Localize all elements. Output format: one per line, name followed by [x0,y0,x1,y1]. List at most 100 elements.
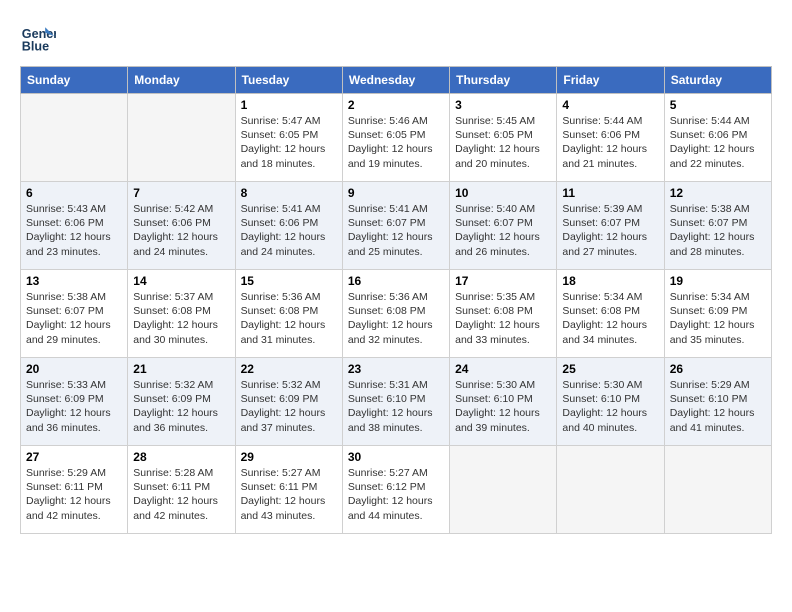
day-number: 17 [455,274,551,288]
day-number: 25 [562,362,658,376]
calendar-cell: 17Sunrise: 5:35 AM Sunset: 6:08 PM Dayli… [450,270,557,358]
day-number: 1 [241,98,337,112]
day-number: 9 [348,186,444,200]
day-info: Sunrise: 5:31 AM Sunset: 6:10 PM Dayligh… [348,378,444,435]
day-info: Sunrise: 5:34 AM Sunset: 6:08 PM Dayligh… [562,290,658,347]
calendar-cell [450,446,557,534]
weekday-header: Sunday [21,67,128,94]
day-number: 14 [133,274,229,288]
day-info: Sunrise: 5:28 AM Sunset: 6:11 PM Dayligh… [133,466,229,523]
calendar-cell: 1 Sunrise: 5:47 AM Sunset: 6:05 PM Daylig… [235,94,342,182]
day-info: Sunrise: 5:36 AM Sunset: 6:08 PM Dayligh… [348,290,444,347]
day-info: Sunrise: 5:30 AM Sunset: 6:10 PM Dayligh… [455,378,551,435]
calendar-cell [128,94,235,182]
calendar-week-row: 13 Sunrise: 5:38 AM Sunset: 6:07 PM Dayli… [21,270,772,358]
day-info: Sunrise: 5:34 AM Sunset: 6:09 PM Dayligh… [670,290,766,347]
calendar-cell: 15Sunrise: 5:36 AM Sunset: 6:08 PM Dayli… [235,270,342,358]
calendar-week-row: 20 Sunrise: 5:33 AM Sunset: 6:09 PM Dayli… [21,358,772,446]
calendar-cell: 6 Sunrise: 5:43 AM Sunset: 6:06 PM Daylig… [21,182,128,270]
day-info: Sunrise: 5:43 AM Sunset: 6:06 PM Dayligh… [26,202,122,259]
calendar-cell: 2 Sunrise: 5:46 AM Sunset: 6:05 PM Daylig… [342,94,449,182]
calendar-cell: 21Sunrise: 5:32 AM Sunset: 6:09 PM Dayli… [128,358,235,446]
calendar-cell: 18 Sunrise: 5:34 AM Sunset: 6:08 PM Dayli… [557,270,664,358]
day-number: 24 [455,362,551,376]
day-number: 26 [670,362,766,376]
day-info: Sunrise: 5:37 AM Sunset: 6:08 PM Dayligh… [133,290,229,347]
weekday-header: Monday [128,67,235,94]
calendar-cell: 25 Sunrise: 5:30 AM Sunset: 6:10 PM Dayli… [557,358,664,446]
calendar-week-row: 1 Sunrise: 5:47 AM Sunset: 6:05 PM Daylig… [21,94,772,182]
day-number: 30 [348,450,444,464]
day-number: 8 [241,186,337,200]
day-number: 6 [26,186,122,200]
day-number: 7 [133,186,229,200]
day-number: 13 [26,274,122,288]
calendar-cell: 27Sunrise: 5:29 AM Sunset: 6:11 PM Dayli… [21,446,128,534]
weekday-header: Friday [557,67,664,94]
day-info: Sunrise: 5:47 AM Sunset: 6:05 PM Dayligh… [241,114,337,171]
day-number: 23 [348,362,444,376]
logo-icon: General Blue [20,20,56,56]
calendar-cell: 10 Sunrise: 5:40 AM Sunset: 6:07 PM Dayli… [450,182,557,270]
day-number: 11 [562,186,658,200]
day-info: Sunrise: 5:46 AM Sunset: 6:05 PM Dayligh… [348,114,444,171]
day-number: 28 [133,450,229,464]
calendar-cell: 3Sunrise: 5:45 AM Sunset: 6:05 PM Daylig… [450,94,557,182]
calendar-cell [557,446,664,534]
calendar-cell: 30 Sunrise: 5:27 AM Sunset: 6:12 PM Dayli… [342,446,449,534]
calendar-cell: 11 Sunrise: 5:39 AM Sunset: 6:07 PM Dayli… [557,182,664,270]
calendar-cell: 28 Sunrise: 5:28 AM Sunset: 6:11 PM Dayli… [128,446,235,534]
calendar-cell [21,94,128,182]
day-number: 10 [455,186,551,200]
calendar-cell: 9 Sunrise: 5:41 AM Sunset: 6:07 PM Daylig… [342,182,449,270]
day-info: Sunrise: 5:38 AM Sunset: 6:07 PM Dayligh… [26,290,122,347]
day-number: 21 [133,362,229,376]
calendar-cell: 4 Sunrise: 5:44 AM Sunset: 6:06 PM Daylig… [557,94,664,182]
day-info: Sunrise: 5:32 AM Sunset: 6:09 PM Dayligh… [241,378,337,435]
calendar-cell: 7 Sunrise: 5:42 AM Sunset: 6:06 PM Daylig… [128,182,235,270]
calendar-cell: 13 Sunrise: 5:38 AM Sunset: 6:07 PM Dayli… [21,270,128,358]
day-number: 4 [562,98,658,112]
day-info: Sunrise: 5:45 AM Sunset: 6:05 PM Dayligh… [455,114,551,171]
day-info: Sunrise: 5:29 AM Sunset: 6:10 PM Dayligh… [670,378,766,435]
day-info: Sunrise: 5:41 AM Sunset: 6:07 PM Dayligh… [348,202,444,259]
weekday-header: Wednesday [342,67,449,94]
day-number: 16 [348,274,444,288]
calendar-header-row: SundayMondayTuesdayWednesdayThursdayFrid… [21,67,772,94]
day-info: Sunrise: 5:27 AM Sunset: 6:12 PM Dayligh… [348,466,444,523]
calendar-cell: 14 Sunrise: 5:37 AM Sunset: 6:08 PM Dayli… [128,270,235,358]
day-info: Sunrise: 5:39 AM Sunset: 6:07 PM Dayligh… [562,202,658,259]
day-number: 19 [670,274,766,288]
calendar-cell: 20 Sunrise: 5:33 AM Sunset: 6:09 PM Dayli… [21,358,128,446]
day-info: Sunrise: 5:44 AM Sunset: 6:06 PM Dayligh… [562,114,658,171]
calendar-week-row: 6 Sunrise: 5:43 AM Sunset: 6:06 PM Daylig… [21,182,772,270]
calendar-cell: 5 Sunrise: 5:44 AM Sunset: 6:06 PM Daylig… [664,94,771,182]
day-number: 29 [241,450,337,464]
day-info: Sunrise: 5:30 AM Sunset: 6:10 PM Dayligh… [562,378,658,435]
calendar-cell: 19 Sunrise: 5:34 AM Sunset: 6:09 PM Dayli… [664,270,771,358]
weekday-header: Thursday [450,67,557,94]
day-number: 20 [26,362,122,376]
day-info: Sunrise: 5:33 AM Sunset: 6:09 PM Dayligh… [26,378,122,435]
day-info: Sunrise: 5:38 AM Sunset: 6:07 PM Dayligh… [670,202,766,259]
day-info: Sunrise: 5:44 AM Sunset: 6:06 PM Dayligh… [670,114,766,171]
calendar-table: SundayMondayTuesdayWednesdayThursdayFrid… [20,66,772,534]
day-number: 22 [241,362,337,376]
day-number: 5 [670,98,766,112]
day-info: Sunrise: 5:40 AM Sunset: 6:07 PM Dayligh… [455,202,551,259]
calendar-cell: 22 Sunrise: 5:32 AM Sunset: 6:09 PM Dayli… [235,358,342,446]
calendar-cell [664,446,771,534]
day-info: Sunrise: 5:36 AM Sunset: 6:08 PM Dayligh… [241,290,337,347]
logo: General Blue [20,20,60,56]
page-header: General Blue [20,20,772,56]
day-info: Sunrise: 5:42 AM Sunset: 6:06 PM Dayligh… [133,202,229,259]
day-number: 12 [670,186,766,200]
svg-text:Blue: Blue [22,40,49,54]
day-number: 18 [562,274,658,288]
calendar-cell: 16 Sunrise: 5:36 AM Sunset: 6:08 PM Dayli… [342,270,449,358]
day-number: 2 [348,98,444,112]
day-info: Sunrise: 5:29 AM Sunset: 6:11 PM Dayligh… [26,466,122,523]
calendar-cell: 24 Sunrise: 5:30 AM Sunset: 6:10 PM Dayli… [450,358,557,446]
day-info: Sunrise: 5:27 AM Sunset: 6:11 PM Dayligh… [241,466,337,523]
calendar-cell: 26 Sunrise: 5:29 AM Sunset: 6:10 PM Dayli… [664,358,771,446]
